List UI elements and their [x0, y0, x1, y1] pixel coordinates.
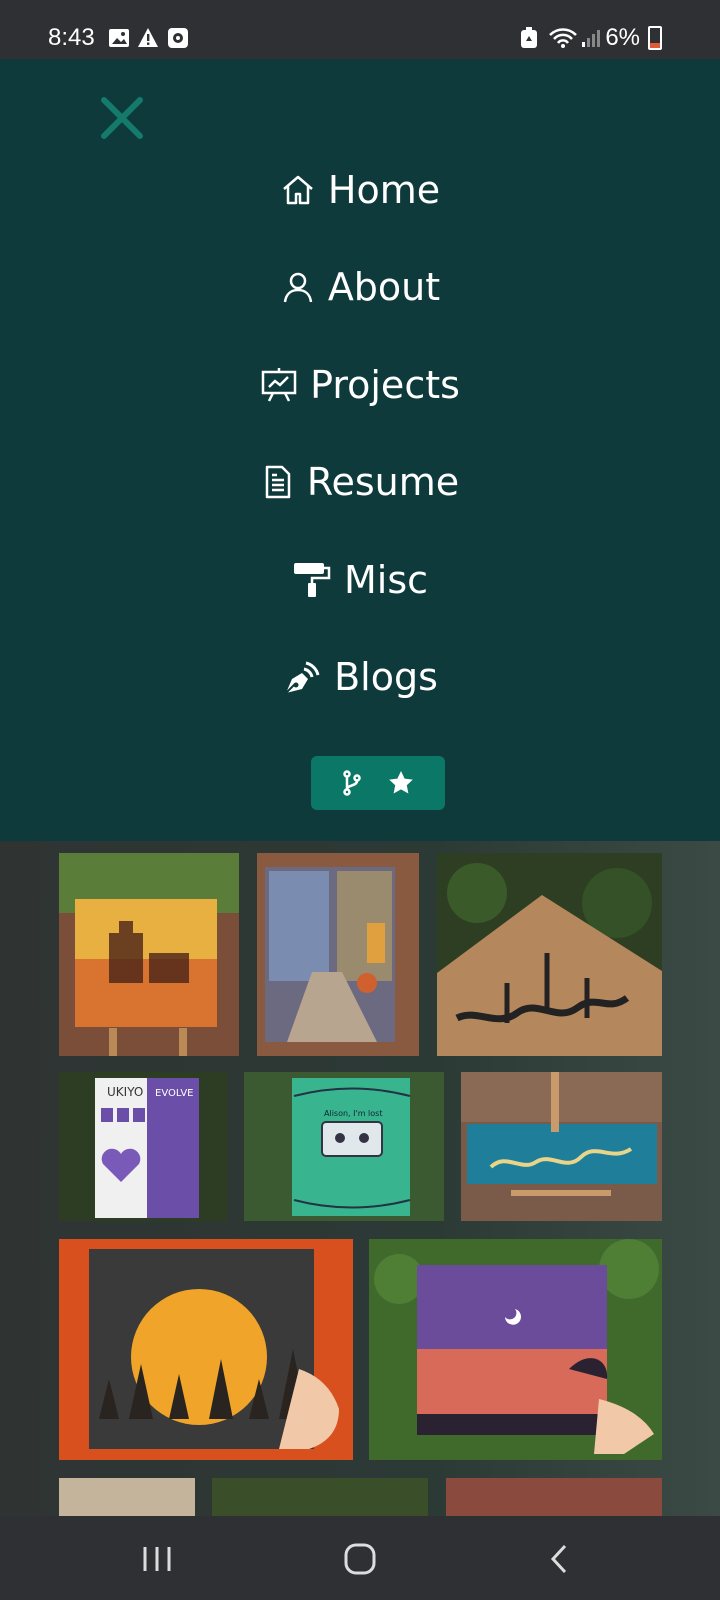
home-button[interactable] [343, 1542, 377, 1576]
signal-icon [582, 30, 600, 47]
nav-item-label: Blogs [334, 655, 438, 699]
gallery-image-red-board[interactable] [446, 1478, 662, 1516]
user-icon [283, 272, 313, 303]
gallery-image-full-moon[interactable] [59, 1239, 353, 1460]
nav-item-label: Projects [310, 363, 460, 407]
paint-roller-icon [293, 563, 331, 597]
art-gallery: UKIYO EVOLVE Alison, I'm lost [0, 841, 720, 1516]
nav-item-blogs[interactable]: Blogs [0, 647, 720, 707]
navigation-menu: Home About Projects Resume Misc Blogs [0, 59, 720, 841]
git-fork-icon [343, 770, 361, 796]
gallery-image-street-alley[interactable] [257, 853, 419, 1056]
status-time: 8:43 [48, 24, 95, 51]
nav-item-misc[interactable]: Misc [0, 550, 720, 610]
warning-icon [138, 28, 158, 47]
home-icon [283, 175, 313, 205]
image-icon [109, 29, 129, 47]
nav-item-about[interactable]: About [0, 257, 720, 317]
nav-item-home[interactable]: Home [0, 160, 720, 220]
gallery-image-ukiyo-evolve[interactable]: UKIYO EVOLVE [59, 1072, 227, 1221]
status-bar: 8:43 6% [0, 0, 720, 59]
system-navigation-bar [0, 1516, 720, 1600]
app-notification-icon [168, 28, 188, 48]
gallery-image-calligraphy-board[interactable] [437, 853, 662, 1056]
gallery-image-calligraphy-blue[interactable] [461, 1072, 662, 1221]
nav-item-label: Resume [306, 460, 460, 504]
nav-item-resume[interactable]: Resume [0, 452, 720, 512]
gallery-image-fort-sunset[interactable] [59, 853, 239, 1056]
svg-text:UKIYO: UKIYO [107, 1085, 143, 1099]
battery-icon [648, 26, 662, 50]
cassette-text: Alison, I'm lost [324, 1109, 382, 1118]
recent-apps-button[interactable] [140, 1544, 174, 1574]
nav-item-label: Misc [343, 558, 429, 602]
gallery-image-book[interactable] [59, 1478, 195, 1516]
wifi-icon [549, 28, 577, 48]
gallery-image-easel[interactable] [212, 1478, 428, 1516]
nav-item-label: About [327, 265, 441, 309]
gallery-image-cassette[interactable]: Alison, I'm lost [244, 1072, 444, 1221]
star-icon [389, 771, 413, 794]
nav-item-projects[interactable]: Projects [0, 355, 720, 415]
presentation-icon [261, 368, 297, 402]
gallery-image-purple-sky[interactable] [369, 1239, 662, 1460]
battery-percent: 6% [605, 24, 640, 51]
svg-text:EVOLVE: EVOLVE [155, 1088, 194, 1099]
nav-item-label: Home [327, 168, 441, 212]
close-icon[interactable] [100, 96, 144, 140]
pen-nib-icon [285, 661, 320, 694]
back-button[interactable] [548, 1543, 570, 1575]
recycle-icon [521, 27, 537, 48]
document-icon [265, 465, 291, 499]
github-button[interactable] [311, 756, 445, 810]
